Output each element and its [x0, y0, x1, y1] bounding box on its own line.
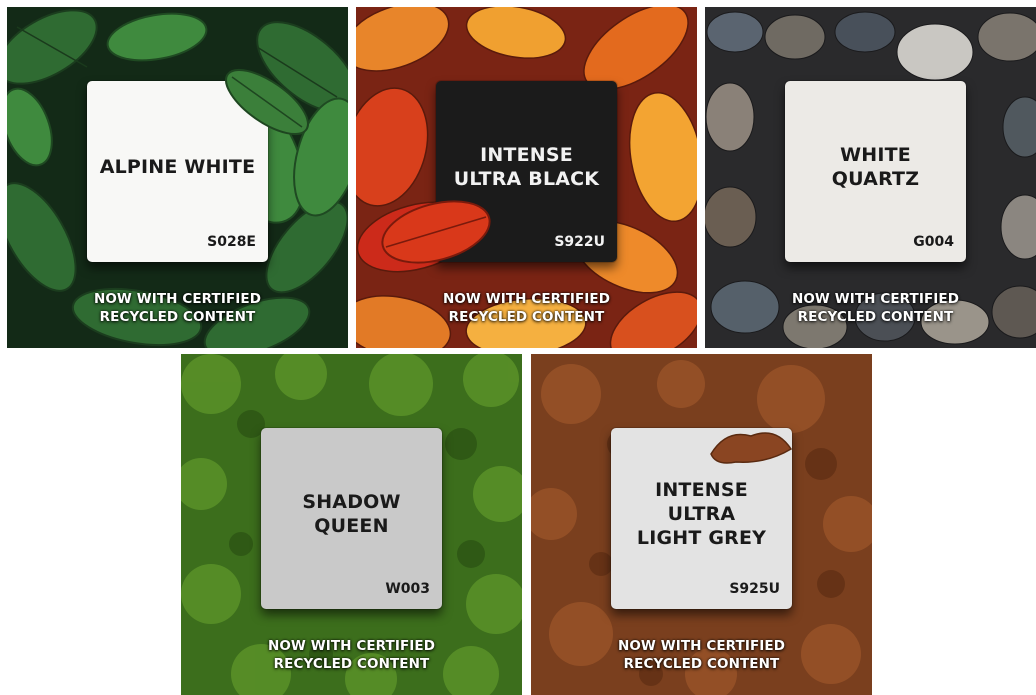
caption-line-2: RECYCLED CONTENT — [448, 309, 605, 325]
product-tile-white-quartz[interactable]: WHITE QUARTZ G004 NOW WITH CERTIFIED REC… — [705, 7, 1036, 348]
product-tile-alpine-white[interactable]: ALPINE WHITE S028E NOW WITH CERTIFIED RE… — [7, 7, 348, 348]
recycled-content-caption: NOW WITH CERTIFIED RECYCLED CONTENT — [181, 637, 522, 673]
caption-line-1: NOW WITH CERTIFIED — [93, 291, 262, 307]
product-name: WHITE QUARTZ — [831, 143, 920, 190]
color-swatch: SHADOW QUEEN W003 — [261, 428, 442, 609]
overlapping-leaf-decoration — [225, 68, 309, 136]
product-name: INTENSE ULTRA BLACK — [453, 143, 600, 190]
product-name: SHADOW QUEEN — [302, 490, 401, 537]
product-tile-intense-ultra-light-grey[interactable]: INTENSE ULTRA LIGHT GREY S925U NOW WITH … — [531, 354, 872, 695]
product-tile-shadow-queen[interactable]: SHADOW QUEEN W003 NOW WITH CERTIFIED REC… — [181, 354, 522, 695]
recycled-content-caption: NOW WITH CERTIFIED RECYCLED CONTENT — [356, 290, 697, 326]
product-code: G004 — [913, 234, 954, 250]
product-code: W003 — [385, 581, 430, 597]
product-code: S028E — [207, 234, 256, 250]
caption-line-2: RECYCLED CONTENT — [99, 309, 256, 325]
recycled-content-caption: NOW WITH CERTIFIED RECYCLED CONTENT — [705, 290, 1036, 326]
caption-line-1: NOW WITH CERTIFIED — [442, 291, 611, 307]
caption-line-2: RECYCLED CONTENT — [623, 656, 780, 672]
product-code: S925U — [729, 581, 780, 597]
caption-line-1: NOW WITH CERTIFIED — [617, 638, 786, 654]
product-code: S922U — [554, 234, 605, 250]
caption-line-1: NOW WITH CERTIFIED — [791, 291, 960, 307]
recycled-content-caption: NOW WITH CERTIFIED RECYCLED CONTENT — [7, 290, 348, 326]
product-name: INTENSE ULTRA LIGHT GREY — [636, 478, 767, 549]
product-tile-intense-ultra-black[interactable]: INTENSE ULTRA BLACK S922U NOW WITH CERTI… — [356, 7, 697, 348]
caption-line-1: NOW WITH CERTIFIED — [267, 638, 436, 654]
recycled-content-caption: NOW WITH CERTIFIED RECYCLED CONTENT — [531, 637, 872, 673]
dirt-clump-decoration — [710, 432, 793, 464]
color-swatch: WHITE QUARTZ G004 — [785, 81, 966, 262]
caption-line-2: RECYCLED CONTENT — [797, 309, 954, 325]
caption-line-2: RECYCLED CONTENT — [273, 656, 430, 672]
overlapping-leaf-decoration — [381, 200, 491, 264]
